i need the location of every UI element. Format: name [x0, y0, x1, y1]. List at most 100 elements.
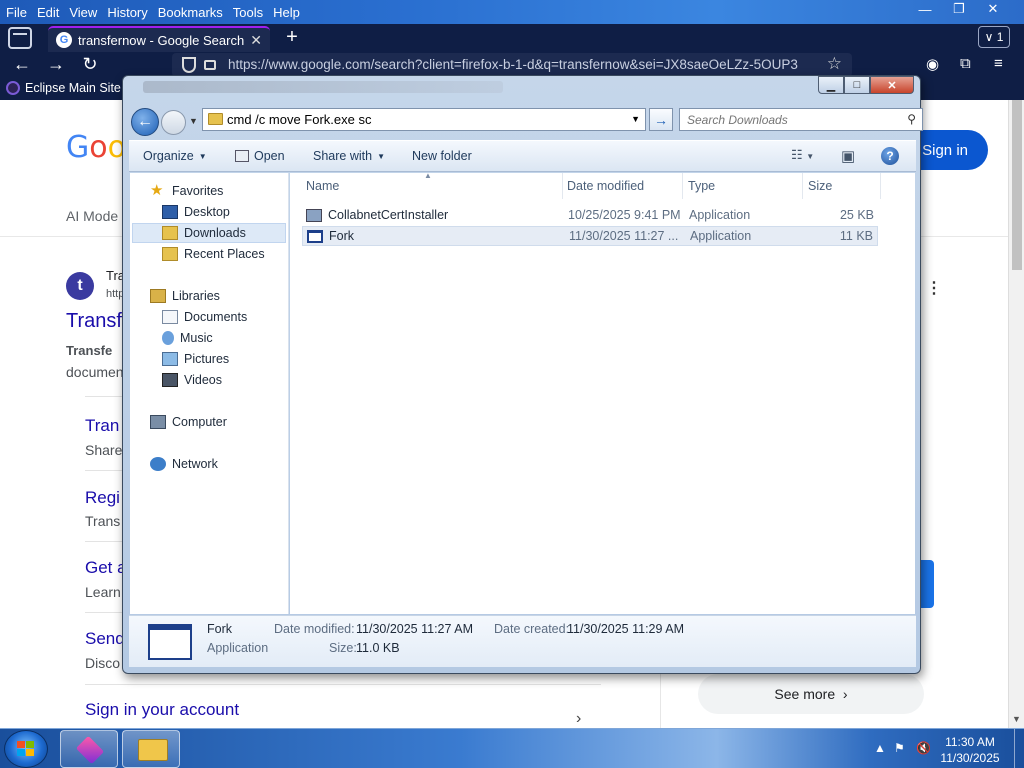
organize-button[interactable]: Organize ▼	[143, 149, 207, 163]
address-bar[interactable]: ▼	[202, 108, 646, 131]
minimize-icon[interactable]: —	[908, 0, 942, 18]
taskbar-file-explorer[interactable]	[122, 730, 180, 768]
help-icon[interactable]: ?	[881, 147, 899, 165]
nav-desktop[interactable]: Desktop	[162, 202, 230, 222]
see-more-label: See more	[774, 686, 836, 702]
sitelink-title[interactable]: Get a	[85, 558, 127, 578]
tab-close-icon[interactable]: ✕	[250, 32, 262, 49]
nav-favorites[interactable]: ★ Favorites	[150, 181, 223, 201]
new-folder-button[interactable]: New folder	[412, 149, 472, 163]
scroll-down-icon[interactable]: ▼	[1012, 714, 1021, 724]
column-divider[interactable]	[682, 173, 683, 199]
column-size[interactable]: Size	[808, 179, 832, 193]
app-menu-icon[interactable]: ≡	[994, 55, 1003, 72]
menu-tools[interactable]: Tools	[229, 5, 267, 20]
clock[interactable]: 11:30 AM 11/30/2025	[934, 734, 1006, 766]
nav-pictures[interactable]: Pictures	[162, 349, 229, 369]
forward-icon[interactable]	[161, 110, 186, 135]
dialog-title-bar[interactable]	[143, 81, 503, 93]
menu-file[interactable]: File	[2, 5, 31, 20]
google-logo[interactable]: Goo	[66, 130, 126, 165]
search-box[interactable]: ⚲	[679, 108, 923, 131]
nav-recent-places[interactable]: Recent Places	[162, 244, 265, 264]
nav-network[interactable]: Network	[150, 454, 218, 474]
downloads-folder-icon	[162, 226, 178, 240]
menu-help[interactable]: Help	[269, 5, 304, 20]
reload-icon[interactable]: ↻	[78, 54, 102, 75]
recent-locations-dropdown-icon[interactable]: ▼	[189, 116, 198, 126]
sitelink-title[interactable]: Regi	[85, 488, 120, 508]
column-type[interactable]: Type	[688, 179, 715, 193]
volume-muted-icon[interactable]: 🔇	[916, 741, 931, 755]
result-title[interactable]: Transf	[66, 310, 122, 333]
search-input[interactable]	[687, 112, 887, 128]
address-dropdown-icon[interactable]: ▼	[631, 114, 640, 124]
new-tab-icon[interactable]: +	[280, 26, 304, 50]
sitelink-desc: Share	[85, 442, 123, 458]
column-name[interactable]: Name	[306, 179, 339, 193]
nav-music[interactable]: Music	[162, 328, 213, 348]
tab-overview-icon[interactable]	[8, 27, 32, 49]
forward-arrow-icon[interactable]: →	[44, 54, 68, 75]
nav-documents[interactable]: Documents	[162, 307, 247, 327]
more-options-icon[interactable]: ⋮	[926, 278, 942, 298]
share-with-button[interactable]: Share with ▼	[313, 149, 385, 163]
music-icon	[162, 331, 174, 345]
go-arrow-icon[interactable]: →	[649, 108, 673, 131]
menu-view[interactable]: View	[65, 5, 101, 20]
account-icon[interactable]: ◉	[926, 55, 939, 73]
bookmark-star-icon[interactable]: ☆	[827, 54, 842, 74]
dialog-close-icon[interactable]: ✕	[870, 76, 914, 94]
column-date-modified[interactable]: Date modified	[567, 179, 644, 193]
bookmark-eclipse[interactable]: Eclipse Main Site	[6, 81, 121, 95]
sitelink-title[interactable]: Tran	[85, 416, 119, 436]
details-file-type: Application	[207, 641, 269, 655]
tab-list-button[interactable]: ∨ 1	[978, 26, 1010, 48]
file-row[interactable]: CollabnetCertInstaller 10/25/2025 9:41 P…	[302, 206, 878, 226]
page-scrollbar[interactable]: ▲ ▼	[1008, 100, 1024, 728]
tracking-shield-icon[interactable]	[182, 57, 196, 73]
nav-label: Network	[172, 457, 218, 471]
extensions-icon[interactable]: ⧉	[960, 55, 971, 72]
action-center-icon[interactable]: ⚑	[894, 741, 905, 755]
search-icon[interactable]: ⚲	[907, 112, 916, 126]
back-arrow-icon[interactable]: ←	[10, 54, 34, 75]
column-divider[interactable]	[802, 173, 803, 199]
menu-edit[interactable]: Edit	[33, 5, 63, 20]
start-button[interactable]	[4, 730, 48, 768]
url-text[interactable]: https://www.google.com/search?client=fir…	[228, 57, 818, 72]
back-icon[interactable]: ←	[131, 108, 159, 136]
file-row-selected[interactable]: Fork 11/30/2025 11:27 ... Application 11…	[302, 226, 878, 246]
sign-in-account-link[interactable]: Sign in your account	[85, 700, 239, 720]
url-bar[interactable]: https://www.google.com/search?client=fir…	[172, 53, 852, 77]
tab-google-search[interactable]: G transfernow - Google Search ✕	[48, 26, 270, 52]
see-more-button[interactable]: See more ›	[698, 674, 924, 714]
column-divider[interactable]	[880, 173, 881, 199]
restore-icon[interactable]: ❐	[942, 0, 976, 18]
file-explorer-icon	[138, 739, 168, 761]
menu-history[interactable]: History	[103, 5, 151, 20]
nav-videos[interactable]: Videos	[162, 370, 222, 390]
site-favicon-icon[interactable]: t	[66, 272, 94, 300]
nav-computer[interactable]: Computer	[150, 412, 227, 432]
view-options-icon[interactable]: ☷ ▼	[791, 147, 814, 163]
nav-libraries[interactable]: Libraries	[150, 286, 220, 306]
address-input[interactable]	[227, 111, 617, 128]
sitelink-title[interactable]: Send	[85, 629, 125, 649]
ai-mode-tab[interactable]: AI Mode	[66, 208, 118, 224]
preview-pane-icon[interactable]: ▣	[841, 147, 855, 165]
taskbar-visual-studio[interactable]	[60, 730, 118, 768]
menu-bookmarks[interactable]: Bookmarks	[154, 5, 227, 20]
open-button[interactable]: Open	[235, 149, 285, 163]
scroll-thumb[interactable]	[1012, 100, 1022, 270]
show-hidden-icons-icon[interactable]: ▲	[874, 741, 886, 755]
chevron-right-icon[interactable]: ›	[576, 710, 581, 728]
column-divider[interactable]	[562, 173, 563, 199]
dialog-maximize-icon[interactable]: □	[844, 76, 870, 94]
show-desktop-button[interactable]	[1014, 729, 1024, 768]
nav-label: Computer	[172, 415, 227, 429]
nav-downloads[interactable]: Downloads	[132, 223, 286, 243]
lock-icon[interactable]	[204, 60, 216, 70]
close-icon[interactable]: ✕	[976, 0, 1010, 18]
dialog-minimize-icon[interactable]: ▁	[818, 76, 844, 94]
